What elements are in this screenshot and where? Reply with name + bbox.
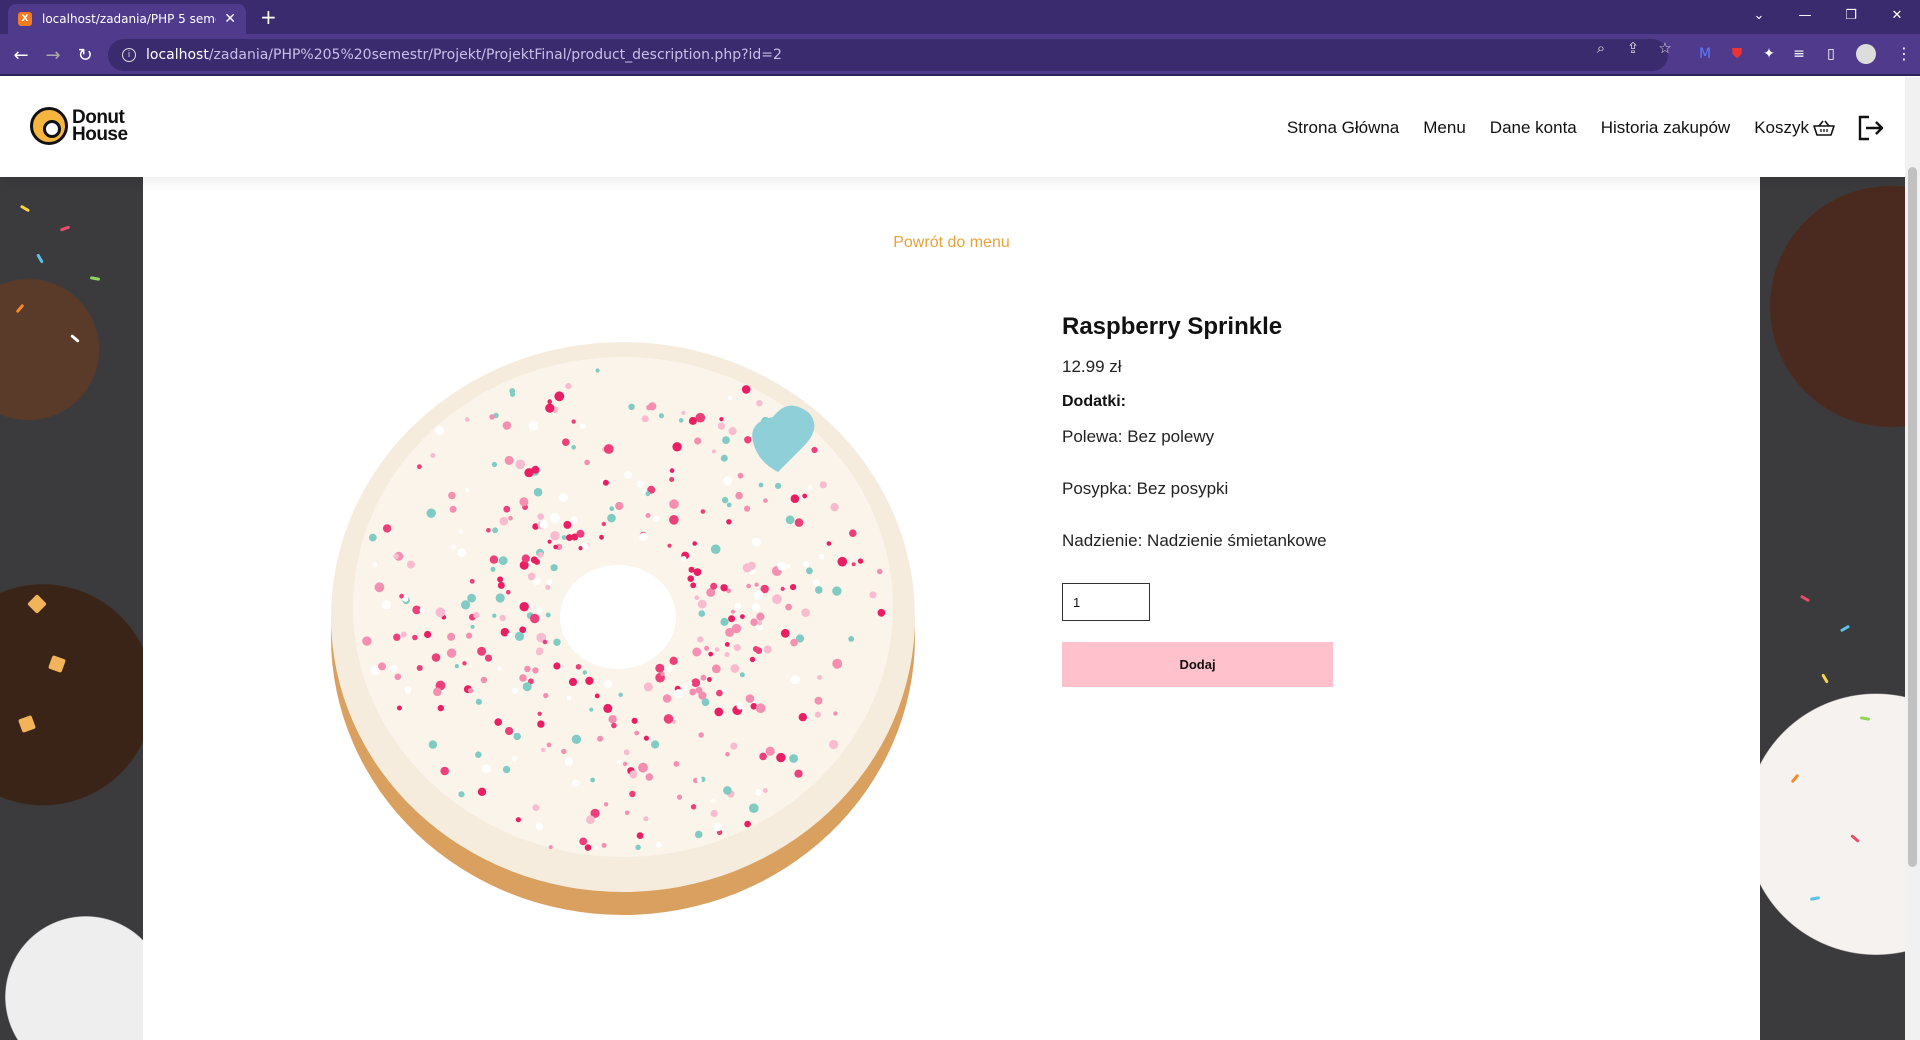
site-info-icon[interactable]: i bbox=[122, 48, 136, 62]
profile-avatar[interactable] bbox=[1856, 44, 1876, 64]
close-window-icon[interactable]: ✕ bbox=[1874, 0, 1920, 30]
browser-menu-icon[interactable]: ⋮ bbox=[1896, 44, 1912, 63]
zoom-icon[interactable]: ⌕ bbox=[1590, 39, 1612, 57]
xampp-icon: X bbox=[18, 12, 32, 26]
decorative-donuts-right bbox=[1760, 177, 1905, 1040]
browser-toolbar: ← → ↻ i localhost /zadania/PHP%205%20sem… bbox=[0, 34, 1920, 76]
decorative-donuts-left bbox=[0, 177, 143, 1040]
side-panel-icon[interactable]: ▯ bbox=[1820, 43, 1842, 65]
donut-image bbox=[331, 342, 915, 915]
new-tab-icon[interactable]: + bbox=[260, 5, 277, 29]
filling-option: Nadzienie: Nadzienie śmietankowe bbox=[1062, 531, 1327, 550]
forward-arrow-icon[interactable]: → bbox=[40, 42, 66, 68]
extension-m-icon[interactable]: M bbox=[1694, 43, 1716, 65]
browser-tabstrip: X localhost/zadania/PHP 5 semestr ✕ + ⌄ … bbox=[0, 0, 1920, 34]
nav-cart[interactable]: Koszyk bbox=[1754, 118, 1835, 138]
close-tab-icon[interactable]: ✕ bbox=[224, 11, 236, 27]
browser-tab[interactable]: X localhost/zadania/PHP 5 semestr ✕ bbox=[8, 4, 246, 34]
glaze-option: Polewa: Bez polewy bbox=[1062, 427, 1215, 446]
add-to-cart-button[interactable]: Dodaj bbox=[1062, 642, 1333, 687]
share-icon[interactable]: ⇪ bbox=[1622, 39, 1644, 57]
main-nav: Strona Główna Menu Dane konta Historia z… bbox=[1263, 115, 1885, 141]
reload-icon[interactable]: ↻ bbox=[72, 42, 98, 68]
minimize-icon[interactable]: — bbox=[1782, 0, 1828, 30]
product-price: 12.99 zł bbox=[1062, 357, 1122, 376]
page-scrollbar[interactable] bbox=[1905, 77, 1920, 1040]
product-content: Powrót do menu Raspberry Sprinkle 12.99 … bbox=[143, 177, 1760, 1040]
nav-history[interactable]: Historia zakupów bbox=[1601, 118, 1730, 138]
product-image bbox=[323, 317, 923, 917]
back-arrow-icon[interactable]: ← bbox=[8, 42, 34, 68]
product-name: Raspberry Sprinkle bbox=[1062, 313, 1283, 340]
basket-icon bbox=[1813, 120, 1835, 136]
url-host: localhost bbox=[146, 47, 209, 63]
scrollbar-thumb[interactable] bbox=[1908, 167, 1917, 867]
address-bar[interactable]: i localhost /zadania/PHP%205%20semestr/P… bbox=[108, 39, 1668, 71]
logout-icon[interactable] bbox=[1857, 115, 1885, 141]
nav-home[interactable]: Strona Główna bbox=[1287, 118, 1399, 138]
topping-option: Posypka: Bez posypki bbox=[1062, 479, 1229, 498]
donut-logo-icon bbox=[30, 107, 68, 145]
bookmark-star-icon[interactable]: ☆ bbox=[1654, 39, 1676, 57]
ublock-icon[interactable]: ⛊ bbox=[1726, 43, 1748, 65]
nav-account[interactable]: Dane konta bbox=[1490, 118, 1577, 138]
back-to-menu-link[interactable]: Powrót do menu bbox=[143, 234, 1760, 252]
extensions-puzzle-icon[interactable]: ✦ bbox=[1758, 43, 1780, 65]
tab-title: localhost/zadania/PHP 5 semestr bbox=[42, 12, 216, 26]
logo-text: Donut House bbox=[72, 107, 128, 145]
nav-menu[interactable]: Menu bbox=[1423, 118, 1466, 138]
site-header: Donut House Strona Główna Menu Dane kont… bbox=[0, 77, 1905, 177]
page-viewport: Donut House Strona Główna Menu Dane kont… bbox=[0, 77, 1905, 1040]
quantity-input[interactable] bbox=[1062, 583, 1150, 621]
tab-search-icon[interactable]: ⌄ bbox=[1736, 0, 1782, 30]
addons-heading: Dodatki: bbox=[1062, 393, 1126, 410]
nav-cart-label: Koszyk bbox=[1754, 118, 1809, 137]
url-path: /zadania/PHP%205%20semestr/Projekt/Proje… bbox=[208, 47, 782, 63]
restore-icon[interactable]: ❐ bbox=[1828, 0, 1874, 30]
donut-house-logo[interactable]: Donut House bbox=[30, 107, 128, 145]
reading-list-icon[interactable]: ≡ bbox=[1788, 43, 1810, 65]
